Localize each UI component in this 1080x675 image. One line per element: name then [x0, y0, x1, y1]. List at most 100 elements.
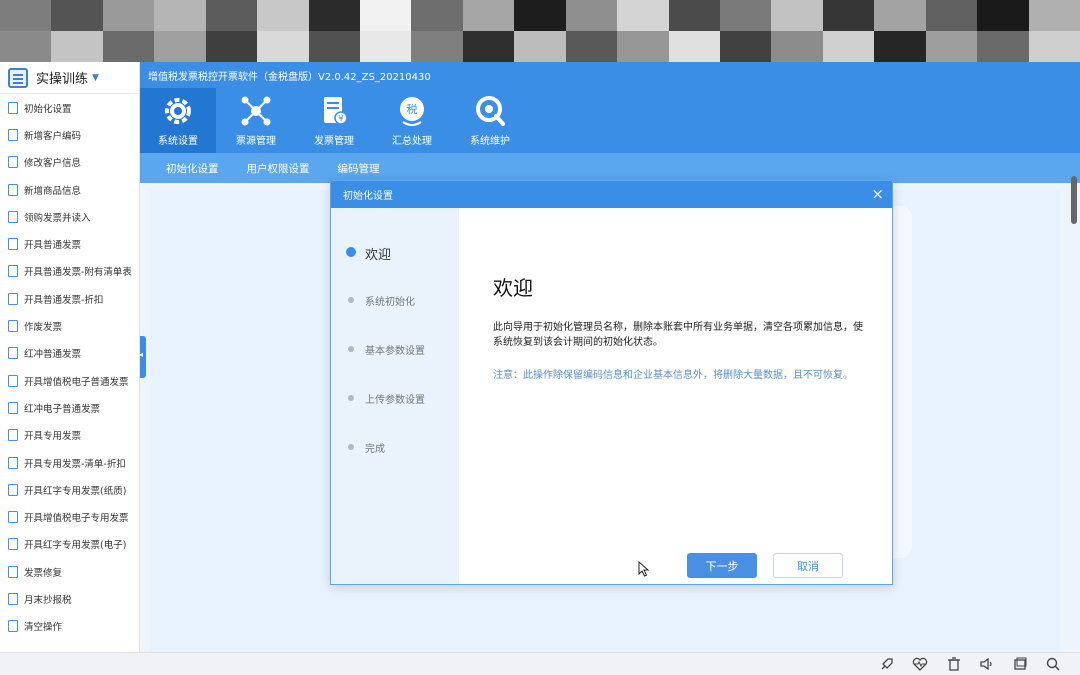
tool-ticket-source[interactable]: 票源管理: [218, 88, 294, 153]
step-dot-icon: [348, 444, 354, 450]
mosaic-tile: [977, 0, 1029, 31]
sidebar-list: 初始化设置新增客户编码修改客户信息新增商品信息领购发票并读入开具普通发票开具普通…: [0, 94, 139, 640]
mosaic-tile: [359, 31, 412, 62]
sidebar-item[interactable]: 开具红字专用发票(纸质): [0, 476, 139, 503]
training-sidebar: 实操训练 ▼ 初始化设置新增客户编码修改客户信息新增商品信息领购发票并读入开具普…: [0, 62, 140, 652]
sidebar-item[interactable]: 开具普通发票-折扣: [0, 285, 139, 312]
mosaic-tile: [308, 31, 360, 62]
sidebar-item-label: 清空操作: [24, 622, 63, 634]
sidebar-item[interactable]: 红冲电子普通发票: [0, 394, 139, 421]
sidebar-header[interactable]: 实操训练 ▼: [0, 62, 139, 94]
collapse-handle[interactable]: [139, 336, 146, 378]
sidebar-item-label: 开具专用发票: [24, 431, 82, 443]
speaker-icon[interactable]: [979, 656, 995, 672]
tool-summary[interactable]: 税 汇总处理: [374, 88, 450, 153]
step-system-init: 系统初始化: [331, 293, 459, 342]
mosaic-tile: [411, 0, 463, 31]
sidebar-item[interactable]: 开具专用发票: [0, 422, 139, 449]
sidebar-item-label: 红冲电子普通发票: [24, 403, 101, 415]
sidebar-item-label: 月末抄报税: [24, 594, 72, 606]
tool-system-settings[interactable]: 系统设置: [140, 88, 216, 153]
sidebar-item[interactable]: 发票修复: [0, 558, 139, 585]
mosaic-tile: [719, 0, 772, 31]
mosaic-tile: [462, 31, 515, 62]
mosaic-tile: [565, 31, 618, 62]
mosaic-tile: [617, 0, 669, 31]
sidebar-item[interactable]: 开具红字专用发票(电子): [0, 531, 139, 558]
sidebar-item-label: 领购发票并读入: [24, 212, 91, 224]
mosaic-tile: [102, 0, 155, 31]
step-dot-icon: [348, 346, 354, 352]
sidebar-item[interactable]: 开具专用发票-清单-折扣: [0, 449, 139, 476]
wizard-steps: 欢迎 系统初始化 基本参数设置 上传参数设置 完成: [331, 208, 459, 584]
close-icon[interactable]: ×: [871, 185, 884, 203]
mosaic-tile: [102, 31, 155, 62]
mosaic-tile: [359, 0, 412, 31]
document-icon: [8, 292, 18, 305]
sidebar-item-label: 红冲普通发票: [24, 349, 82, 361]
subnav-code-management[interactable]: 编码管理: [338, 161, 380, 176]
tool-label: 发票管理: [314, 136, 354, 147]
sidebar-item[interactable]: 修改客户信息: [0, 149, 139, 176]
mosaic-tile: [154, 0, 206, 31]
sidebar-item-label: 开具普通发票-折扣: [24, 294, 104, 306]
subnav-init-settings[interactable]: 初始化设置: [166, 161, 219, 176]
sidebar-item-label: 作废发票: [24, 322, 63, 334]
mosaic-tile: [0, 0, 52, 31]
heart-monitor-icon[interactable]: [912, 656, 928, 672]
next-button[interactable]: 下一步: [687, 553, 757, 578]
window-icon[interactable]: [1012, 656, 1028, 672]
sidebar-item-label: 初始化设置: [24, 103, 72, 115]
mosaic-tile: [51, 31, 103, 62]
sidebar-item[interactable]: 作废发票: [0, 312, 139, 339]
search-icon[interactable]: [1045, 656, 1061, 672]
caret-down-icon[interactable]: ▼: [92, 73, 99, 83]
mosaic-tile: [0, 31, 52, 62]
subnav-user-permissions[interactable]: 用户权限设置: [247, 161, 310, 176]
document-icon: [8, 538, 18, 551]
tool-system-maintenance[interactable]: 系统维护: [452, 88, 528, 153]
document-icon: [8, 238, 18, 251]
mosaic-tile: [771, 0, 823, 31]
sidebar-item[interactable]: 红冲普通发票: [0, 340, 139, 367]
step-dot-icon: [346, 247, 356, 257]
sidebar-item[interactable]: 新增商品信息: [0, 176, 139, 203]
sidebar-item[interactable]: 新增客户编码: [0, 121, 139, 148]
sidebar-item[interactable]: 开具普通发票-附有清单表: [0, 258, 139, 285]
gear-icon: [165, 98, 191, 124]
mosaic-tile: [1028, 31, 1080, 62]
mosaic-tile: [205, 0, 258, 31]
trash-icon[interactable]: [946, 656, 962, 672]
main-toolbar: 系统设置 票源管理 ¥ 发票管理 税 汇总处理 系统维护: [140, 88, 1080, 153]
step-label: 基本参数设置: [365, 346, 425, 357]
dialog-title: 初始化设置: [343, 191, 393, 202]
step-welcome: 欢迎: [331, 244, 459, 293]
rocket-icon[interactable]: [879, 656, 895, 672]
mosaic-tile: [257, 31, 309, 62]
sidebar-item[interactable]: 初始化设置: [0, 94, 139, 121]
sidebar-title: 实操训练: [36, 72, 89, 87]
sidebar-item[interactable]: 清空操作: [0, 613, 139, 640]
sidebar-item[interactable]: 开具增值税电子专用发票: [0, 503, 139, 530]
mosaic-tile: [308, 0, 360, 31]
sidebar-item-label: 发票修复: [24, 567, 63, 579]
vertical-scrollbar[interactable]: [1071, 176, 1077, 224]
wizard-warning-note: 注意：此操作除保留编码信息和企业基本信息外，将删除大量数据，且不可恢复。: [493, 370, 853, 381]
sidebar-item[interactable]: 领购发票并读入: [0, 203, 139, 230]
init-settings-dialog: 初始化设置 × 欢迎 系统初始化 基本参数设置 上传参数设置 完成 欢迎 此向导…: [330, 180, 893, 585]
step-label: 上传参数设置: [365, 395, 425, 406]
sidebar-item[interactable]: 月末抄报税: [0, 585, 139, 612]
step-basic-params: 基本参数设置: [331, 342, 459, 391]
app-title-bar: 增值税发票税控开票软件（金税盘版）V2.0.42_ZS_20210430: [140, 62, 1080, 88]
document-icon: [8, 511, 18, 524]
pixelated-banner: [0, 0, 1080, 62]
sidebar-item-label: 开具普通发票-附有清单表: [24, 267, 132, 279]
sidebar-item-label: 修改客户信息: [24, 158, 82, 170]
cancel-button[interactable]: 取消: [773, 553, 843, 578]
mosaic-tile: [977, 31, 1029, 62]
document-icon: [8, 128, 18, 141]
sidebar-item-label: 开具专用发票-清单-折扣: [24, 458, 126, 470]
sidebar-item[interactable]: 开具普通发票: [0, 230, 139, 257]
tool-invoice-management[interactable]: ¥ 发票管理: [296, 88, 372, 153]
sidebar-item[interactable]: 开具增值税电子普通发票: [0, 367, 139, 394]
